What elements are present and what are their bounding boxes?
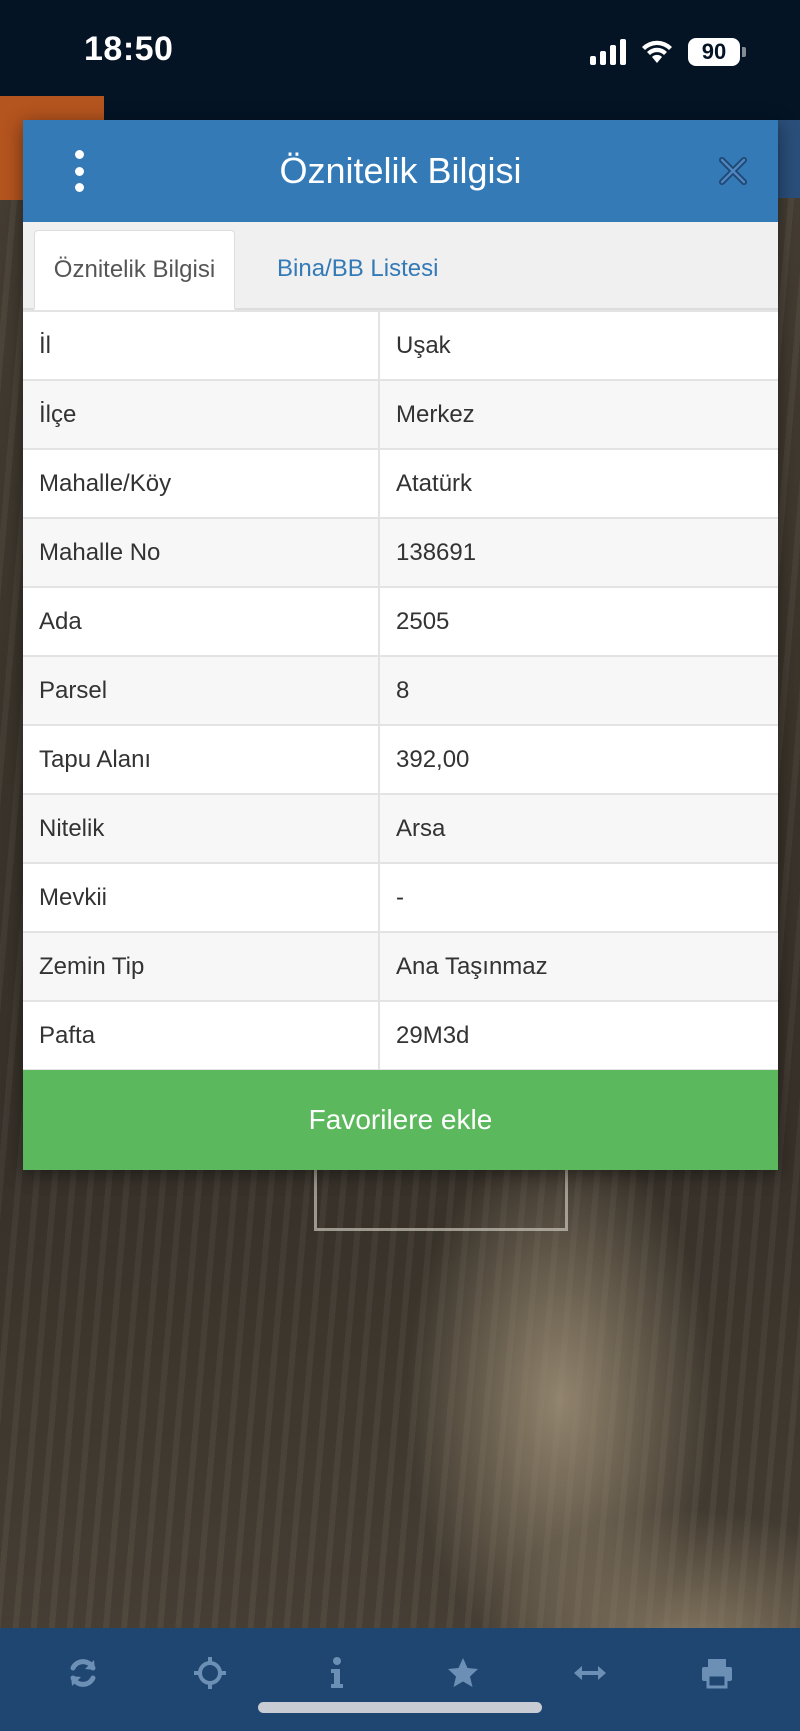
refresh-icon[interactable] bbox=[53, 1643, 113, 1703]
row-key: Tapu Alanı bbox=[23, 724, 380, 795]
battery-level: 90 bbox=[688, 38, 740, 66]
row-value: Ana Taşınmaz bbox=[378, 931, 778, 1002]
bottom-toolbar bbox=[0, 1628, 800, 1731]
row-value: Arsa bbox=[378, 793, 778, 864]
row-key: Parsel bbox=[23, 655, 380, 726]
dialog-header: Öznitelik Bilgisi bbox=[23, 120, 778, 222]
info-icon[interactable] bbox=[307, 1643, 367, 1703]
tabs-bar: Öznitelik Bilgisi Bina/BB Listesi bbox=[23, 222, 778, 310]
table-row: Parsel 8 bbox=[23, 655, 778, 726]
cellular-signal-icon bbox=[590, 39, 626, 65]
row-key: Ada bbox=[23, 586, 380, 657]
row-value: 138691 bbox=[378, 517, 778, 588]
row-value: 8 bbox=[378, 655, 778, 726]
row-value: - bbox=[378, 862, 778, 933]
row-key: Mevkii bbox=[23, 862, 380, 933]
table-row: Nitelik Arsa bbox=[23, 793, 778, 864]
dialog-title: Öznitelik Bilgisi bbox=[279, 150, 522, 191]
home-indicator[interactable] bbox=[258, 1702, 542, 1713]
row-value: 2505 bbox=[378, 586, 778, 657]
table-row: Mahalle/Köy Atatürk bbox=[23, 448, 778, 519]
row-key: Nitelik bbox=[23, 793, 380, 864]
map-layer-tab bbox=[0, 96, 104, 122]
row-key: Mahalle No bbox=[23, 517, 380, 588]
row-value: Uşak bbox=[378, 310, 778, 381]
parcel-outline bbox=[314, 1168, 568, 1231]
row-value: 392,00 bbox=[378, 724, 778, 795]
tab-attribute-info[interactable]: Öznitelik Bilgisi bbox=[34, 230, 235, 310]
wifi-icon bbox=[640, 39, 674, 65]
close-icon[interactable] bbox=[716, 154, 750, 188]
measure-icon[interactable] bbox=[560, 1643, 620, 1703]
table-row: Mahalle No 138691 bbox=[23, 517, 778, 588]
add-to-favorites-button[interactable]: Favorilere ekle bbox=[23, 1070, 778, 1170]
row-key: İlçe bbox=[23, 379, 380, 450]
table-row: Ada 2505 bbox=[23, 586, 778, 657]
battery-icon: 90 bbox=[688, 38, 746, 66]
status-bar: 18:50 90 bbox=[0, 0, 800, 120]
attribute-dialog: Öznitelik Bilgisi Öznitelik Bilgisi Bina… bbox=[23, 120, 778, 1170]
attribute-table: İl Uşak İlçe Merkez Mahalle/Köy Atatürk … bbox=[23, 310, 778, 1071]
print-icon[interactable] bbox=[687, 1643, 747, 1703]
table-row: Mevkii - bbox=[23, 862, 778, 933]
tab-building-list[interactable]: Bina/BB Listesi bbox=[259, 230, 456, 308]
row-key: Mahalle/Köy bbox=[23, 448, 380, 519]
row-value: 29M3d bbox=[378, 1000, 778, 1071]
row-key: Pafta bbox=[23, 1000, 380, 1071]
row-key: İl bbox=[23, 310, 380, 381]
crosshair-icon[interactable] bbox=[180, 1643, 240, 1703]
table-row: İl Uşak bbox=[23, 310, 778, 381]
row-value: Atatürk bbox=[378, 448, 778, 519]
status-time: 18:50 bbox=[84, 30, 174, 68]
table-row: Zemin Tip Ana Taşınmaz bbox=[23, 931, 778, 1002]
table-row: İlçe Merkez bbox=[23, 379, 778, 450]
status-icons: 90 bbox=[590, 38, 746, 66]
row-value: Merkez bbox=[378, 379, 778, 450]
table-row: Tapu Alanı 392,00 bbox=[23, 724, 778, 795]
table-row: Pafta 29M3d bbox=[23, 1000, 778, 1071]
star-icon[interactable] bbox=[433, 1643, 493, 1703]
row-key: Zemin Tip bbox=[23, 931, 380, 1002]
